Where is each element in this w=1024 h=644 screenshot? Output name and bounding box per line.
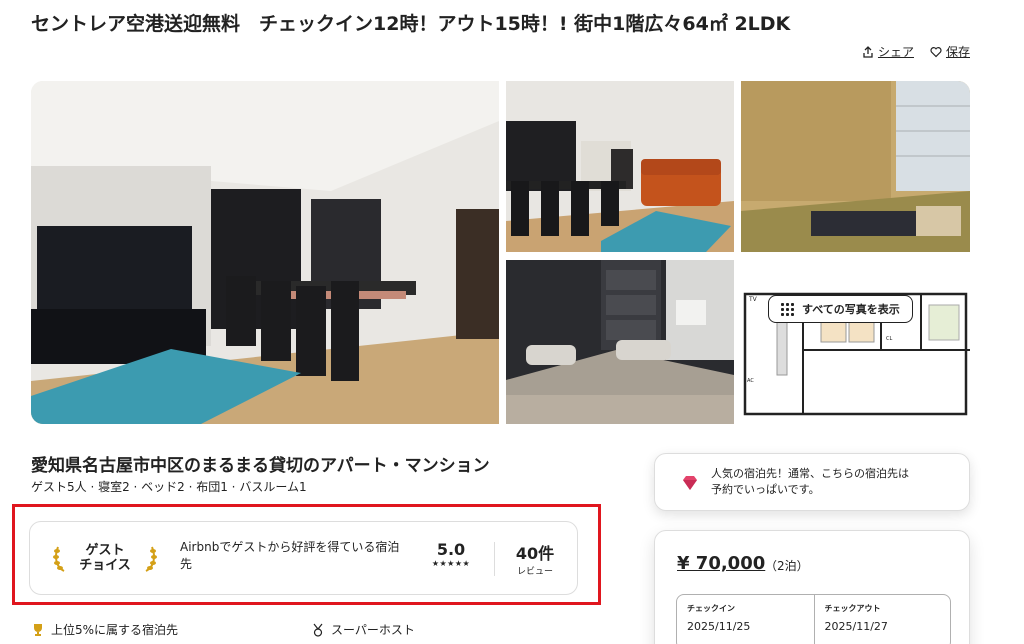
floorplan-ac-label: AC [747,378,754,384]
review-label: レビュー [516,567,553,577]
listing-actions: シェア 保存 [862,43,970,60]
rare-find-line2: 予約でいっぱいです。 [711,483,820,496]
show-all-label: すべての写真を表示 [802,303,900,316]
trophy-icon [34,623,42,636]
top-5-highlight: 上位5%に属する宿泊先 [31,621,178,638]
photo-bedroom[interactable] [506,260,734,424]
guest-favorite-description: Airbnbでゲストから好評を得ている宿泊先 [180,540,400,571]
checkin-date: 2025/11/25 [687,620,751,633]
top-5-label: 上位5%に属する宿泊先 [51,623,179,637]
checkout-label: チェックアウト [824,604,881,613]
floorplan-tv-label: TV [748,296,758,303]
listing-title: セントレア空港送迎無料 チェックイン12時！アウト15時！! 街中1階広々64㎡… [31,13,791,35]
rating-stars: ★★★★★ [431,559,471,568]
checkin-field[interactable]: チェックイン 2025/11/25 [677,595,814,644]
badge-line1: ゲスト [85,543,125,558]
laurel-right-icon [145,546,157,572]
rating-block: 5.0 ★★★★★ [420,540,482,568]
floorplan-cl-label-2: CL [886,336,892,342]
share-button[interactable]: シェア [862,43,914,60]
photo-living-dining[interactable] [31,81,499,424]
guest-favorite-badge: ゲスト チョイス [52,543,172,573]
grid-dots-icon [781,302,794,316]
reviews-link[interactable]: 40件 レビュー [505,540,565,577]
photo-gallery: TV Double Bed Double Bed CL CL AC [31,81,970,424]
rating-value: 5.0 [436,540,466,559]
laurel-left-icon [53,546,65,572]
photo-floor-plan[interactable]: TV Double Bed Double Bed CL CL AC [741,260,970,424]
listing-summary: ゲスト5人 · 寝室2 · ベッド2 · 布団1 · バスルーム1 [31,480,307,494]
save-button[interactable]: 保存 [930,43,970,60]
review-count: 40件 [515,544,555,563]
photo-tatami-room[interactable] [741,81,970,252]
save-label: 保存 [945,45,970,59]
guest-favorite-card[interactable]: ゲスト チョイス Airbnbでゲストから好評を得ている宿泊先 5.0 ★★★★… [29,521,578,595]
superhost-medal-icon [313,623,323,637]
location-title: 愛知県名古屋市中区のまるまる貸切のアパート・マンション [31,456,490,476]
rare-find-line1: 人気の宿泊先！通常、こちらの宿泊先は [711,467,909,480]
divider [494,542,495,576]
diamond-icon [683,476,697,490]
show-all-photos-button[interactable]: すべての写真を表示 [768,295,913,323]
superhost-label: スーパーホスト [331,623,415,637]
badge-line2: チョイス [79,558,131,573]
share-icon [863,45,873,58]
date-picker[interactable]: チェックイン 2025/11/25 チェックアウト 2025/11/27 [676,594,951,644]
checkin-label: チェックイン [687,604,735,613]
nights-count: （2泊） [765,559,809,573]
heart-icon [930,46,942,57]
share-label: シェア [877,45,914,59]
photo-dining-sofa[interactable] [506,81,734,252]
price-total[interactable]: ¥ 70,000 [677,553,765,574]
checkout-date: 2025/11/27 [824,620,888,633]
superhost-highlight: スーパーホスト [311,621,415,638]
booking-card: ¥ 70,000 （2泊） チェックイン 2025/11/25 チェックアウト … [654,530,970,644]
rare-find-card: 人気の宿泊先！通常、こちらの宿泊先は 予約でいっぱいです。 [654,453,970,511]
checkout-field[interactable]: チェックアウト 2025/11/27 [813,595,951,644]
